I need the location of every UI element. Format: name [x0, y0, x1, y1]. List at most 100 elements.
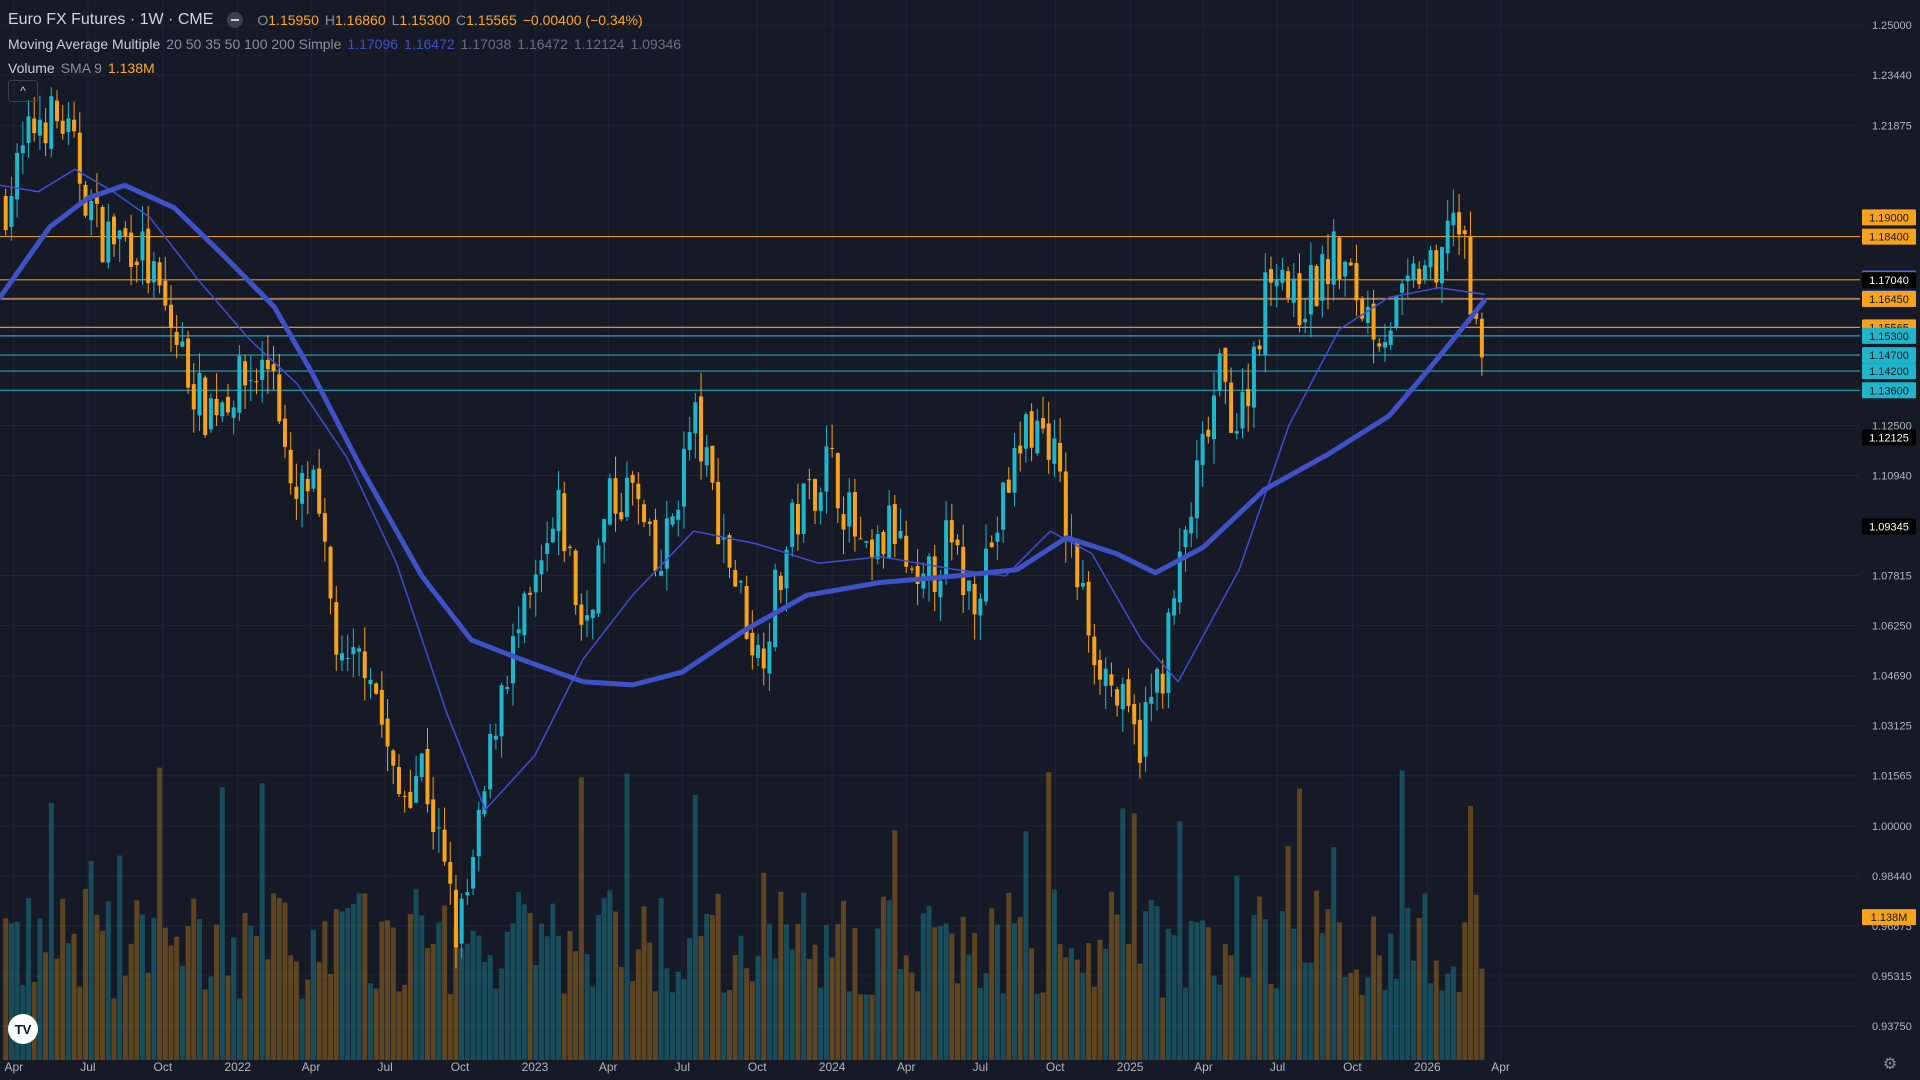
ma-indicator-label[interactable]: Moving Average Multiple — [8, 32, 160, 56]
candle-body — [830, 447, 835, 449]
volume-bar — [818, 987, 824, 1060]
volume-bar — [687, 938, 693, 1060]
volume-bar — [231, 937, 237, 1060]
volume-bar — [265, 959, 271, 1060]
legend-title-row[interactable]: Euro FX Futures · 1W · CME O1.15950 H1.1… — [8, 8, 681, 32]
candle-body — [773, 569, 778, 648]
volume-bar — [1171, 935, 1177, 1060]
volume-bar — [618, 967, 624, 1060]
volume-bar — [299, 998, 305, 1060]
candle-body — [545, 543, 550, 555]
volume-bar — [692, 794, 698, 1060]
candle-body — [1006, 479, 1011, 493]
volume-bar — [715, 893, 721, 1060]
chevron-up-icon[interactable]: ^ — [8, 80, 38, 102]
volume-bar — [293, 961, 299, 1060]
volume-bar — [1034, 993, 1040, 1060]
candle-body — [237, 355, 242, 413]
volume-bar — [749, 981, 755, 1060]
volume-bar — [801, 892, 807, 1060]
volume-bar — [670, 992, 676, 1060]
ma-params: 20 50 35 50 100 200 Simple — [166, 36, 342, 52]
candle-body — [687, 432, 692, 451]
volume-bar — [1342, 976, 1348, 1060]
candle-body — [362, 651, 367, 679]
y-tick-label: 0.98440 — [1872, 871, 1912, 883]
volume-legend-row[interactable]: Volume SMA 9 1.138M — [8, 56, 681, 80]
volume-bar — [613, 911, 619, 1060]
candle-body — [767, 641, 772, 674]
volume-bar — [499, 968, 505, 1060]
symbol-title[interactable]: Euro FX Futures · 1W · CME — [8, 8, 213, 32]
candle-body — [1479, 318, 1484, 358]
candle-body — [89, 200, 94, 221]
candle-body — [904, 535, 909, 567]
tradingview-logo-icon[interactable]: TV — [8, 1014, 38, 1044]
volume-bar — [584, 954, 590, 1060]
volume-bar — [841, 901, 847, 1060]
volume-bar — [373, 988, 379, 1060]
volume-bar — [789, 949, 795, 1060]
candle-body — [385, 718, 390, 747]
candle-body — [567, 546, 572, 548]
candle-body — [20, 145, 25, 154]
volume-bar — [1302, 962, 1308, 1060]
volume-bar — [846, 991, 852, 1060]
candle-body — [596, 545, 601, 614]
volume-bar — [271, 893, 277, 1060]
x-tick-label: Apr — [897, 1060, 916, 1074]
candle-body — [613, 478, 618, 514]
x-tick-label: Apr — [599, 1060, 618, 1074]
volume-bar — [328, 973, 334, 1060]
candle-body — [693, 402, 698, 434]
candle-body — [1092, 636, 1097, 666]
volume-bar — [367, 983, 373, 1060]
candle-body — [966, 580, 971, 592]
ohlc-close: C1.15565 — [456, 12, 517, 28]
candle-body — [208, 398, 213, 430]
candle-body — [282, 418, 287, 447]
candle-body — [168, 304, 173, 328]
volume-bar — [607, 890, 613, 1060]
x-tick-label: Apr — [1194, 1060, 1213, 1074]
candle-body — [111, 216, 116, 245]
mode-toggle-icon[interactable] — [227, 12, 244, 28]
volume-bar — [1234, 875, 1240, 1060]
volume-bar — [544, 936, 550, 1060]
candle-body — [191, 384, 196, 410]
candle-body — [1263, 272, 1268, 356]
candle-body — [328, 546, 333, 599]
price-tag-label: 1.18400 — [1869, 232, 1909, 244]
ma-value-4: 1.16472 — [517, 36, 568, 52]
price-chart[interactable]: 1.250001.234401.218751.125001.109401.078… — [0, 0, 1920, 1080]
volume-bar — [744, 968, 750, 1060]
volume-bar — [943, 923, 949, 1060]
candle-body — [630, 474, 635, 483]
volume-params: SMA 9 — [60, 60, 102, 76]
ma-legend-row[interactable]: Moving Average Multiple 20 50 35 50 100 … — [8, 32, 681, 56]
volume-bar — [652, 991, 658, 1060]
x-tick-label: Apr — [302, 1060, 321, 1074]
volume-bar — [1222, 944, 1228, 1060]
volume-bar — [71, 934, 77, 1060]
volume-bar — [1029, 948, 1035, 1060]
candle-body — [898, 530, 903, 539]
volume-bar — [989, 908, 995, 1060]
volume-bar — [117, 855, 123, 1060]
volume-bar — [761, 872, 767, 1060]
candle-body — [1132, 704, 1137, 725]
volume-label[interactable]: Volume — [8, 56, 55, 80]
volume-bar — [772, 958, 778, 1060]
candle-body — [129, 232, 134, 267]
candle-body — [442, 829, 447, 862]
candle-body — [727, 535, 732, 568]
candle-body — [134, 261, 139, 266]
volume-bar — [122, 975, 128, 1060]
candle-body — [602, 519, 607, 543]
volume-bar — [1348, 972, 1354, 1060]
candle-body — [1337, 237, 1342, 280]
gear-icon[interactable]: ⚙ — [1880, 1054, 1900, 1074]
candle-body — [1206, 429, 1211, 437]
candle-body — [277, 374, 282, 422]
volume-bar — [1473, 894, 1479, 1060]
